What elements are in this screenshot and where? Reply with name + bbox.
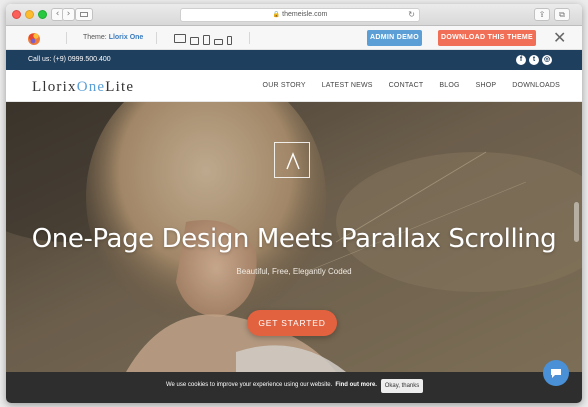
get-started-button[interactable]: GET STARTED <box>247 310 337 336</box>
brand-one: One <box>76 79 106 95</box>
lock-icon: 🔒 <box>272 12 281 18</box>
cookie-message: We use cookies to improve your experienc… <box>166 382 377 388</box>
page-scrollbar[interactable] <box>574 202 579 242</box>
mobile-view-icon[interactable] <box>227 36 232 45</box>
hero-title: One-Page Design Meets Parallax Scrolling <box>31 224 557 254</box>
reload-icon[interactable]: ↻ <box>408 9 415 21</box>
theme-label: Theme: Llorix One <box>83 34 144 41</box>
tabs-icon: ⧉ <box>559 10 565 19</box>
address-bar[interactable]: 🔒 themeisle.com ↻ <box>180 8 420 22</box>
hero-subtitle: Beautiful, Free, Elegantly Coded <box>236 267 352 276</box>
menu-item-downloads[interactable]: DOWNLOADS <box>512 82 560 89</box>
chat-icon <box>551 369 561 378</box>
url-text: themeisle.com <box>282 11 328 18</box>
brand-suffix: Lite <box>105 79 135 95</box>
twitter-icon[interactable]: t <box>529 55 539 65</box>
device-switcher <box>174 31 232 45</box>
themeisle-logo-icon[interactable] <box>26 30 42 46</box>
back-icon: ‹ <box>55 9 60 19</box>
menu-item-shop[interactable]: SHOP <box>476 82 497 89</box>
minimize-window-button[interactable] <box>25 10 34 19</box>
cookie-banner: We use cookies to improve your experienc… <box>6 372 582 403</box>
menu-item-contact[interactable]: CONTACT <box>389 82 424 89</box>
admin-demo-button[interactable]: ADMIN DEMO <box>367 30 422 46</box>
share-button[interactable]: ⇪ <box>534 8 550 21</box>
menu-item-latest-news[interactable]: LATEST NEWS <box>322 82 373 89</box>
phone-number: Call us: (+9) 0999.500.400 <box>28 56 111 63</box>
close-window-button[interactable] <box>12 10 21 19</box>
zoom-window-button[interactable] <box>38 10 47 19</box>
theme-demo-bar: Theme: Llorix One ADMIN DEMO DOWNLOAD TH… <box>6 26 582 50</box>
theme-name: Llorix One <box>108 34 144 41</box>
cookie-accept-button[interactable]: Okay, thanks <box>381 379 423 393</box>
site-navigation: LlorixOneLite OUR STORY LATEST NEWS CONT… <box>6 70 582 102</box>
download-theme-button[interactable]: DOWNLOAD THIS THEME <box>438 30 536 46</box>
tablet-landscape-view-icon[interactable] <box>214 39 223 45</box>
find-out-more-link[interactable]: Find out more. <box>335 382 377 388</box>
sidebar-icon <box>80 12 88 17</box>
laptop-view-icon[interactable] <box>190 37 199 45</box>
divider <box>66 32 67 44</box>
tabs-button[interactable]: ⧉ <box>554 8 570 21</box>
hero-section: One-Page Design Meets Parallax Scrolling… <box>6 102 582 372</box>
divider <box>156 32 157 44</box>
browser-window: ‹ › 🔒 themeisle.com ↻ ⇪ ⧉ Theme: Llorix O… <box>6 4 582 403</box>
instagram-icon[interactable]: ◎ <box>542 55 552 65</box>
site-top-bar: Call us: (+9) 0999.500.400 f t ◎ <box>6 50 582 70</box>
share-icon: ⇪ <box>538 10 546 19</box>
forward-button[interactable]: › <box>62 8 75 21</box>
menu-item-our-story[interactable]: OUR STORY <box>263 82 306 89</box>
divider <box>249 32 250 44</box>
menu-item-blog[interactable]: BLOG <box>439 82 459 89</box>
forward-icon: › <box>66 9 71 19</box>
chat-button[interactable] <box>543 360 569 386</box>
sidebar-toggle-button[interactable] <box>75 8 93 21</box>
close-icon[interactable]: ✕ <box>553 28 566 48</box>
browser-toolbar: ‹ › 🔒 themeisle.com ↻ ⇪ ⧉ <box>6 4 582 26</box>
desktop-view-icon[interactable] <box>174 34 186 43</box>
facebook-icon[interactable]: f <box>516 55 526 65</box>
hero-logo-icon <box>274 142 310 178</box>
tablet-portrait-view-icon[interactable] <box>203 35 210 45</box>
brand-prefix: Llorix <box>32 79 77 95</box>
site-logo[interactable]: LlorixOneLite <box>32 79 134 96</box>
main-menu: OUR STORY LATEST NEWS CONTACT BLOG SHOP … <box>247 82 560 89</box>
